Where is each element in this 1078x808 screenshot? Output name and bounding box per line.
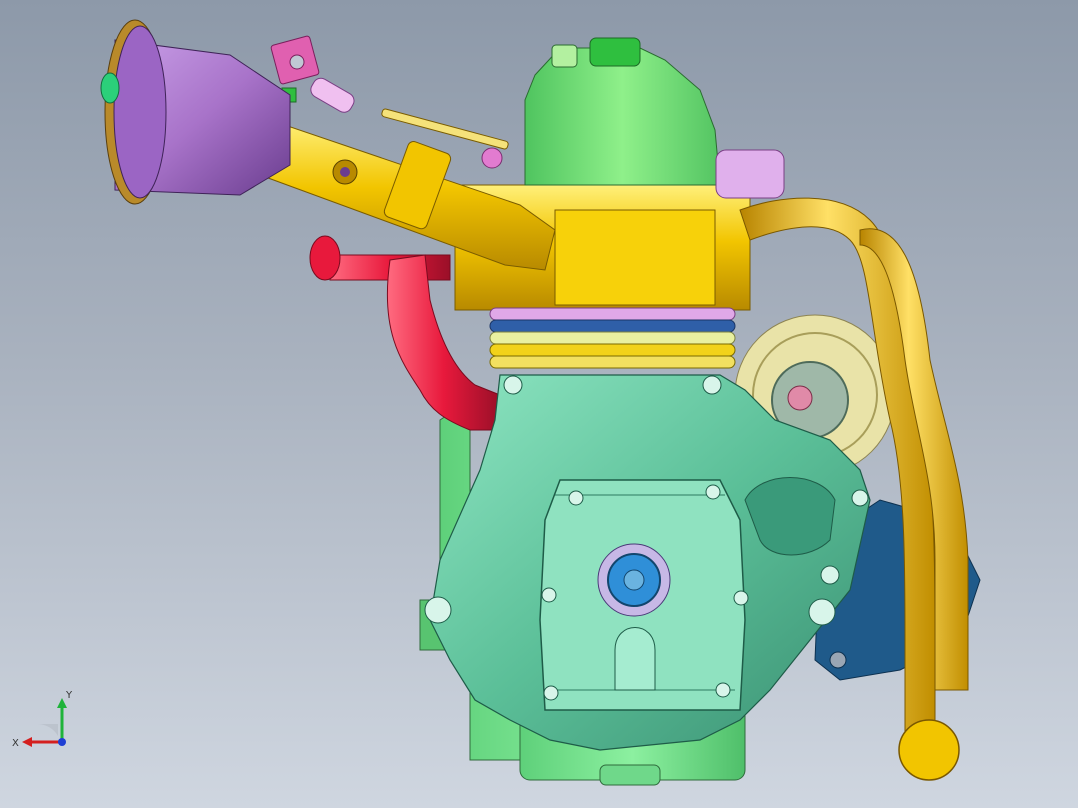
x-axis-arrow [22,737,32,747]
front-plate[interactable] [539,479,749,711]
cooling-fins [489,307,736,369]
z-axis-dot [58,738,66,746]
x-axis-label: X [12,738,19,749]
cylinder-head[interactable] [524,37,785,199]
cad-viewport[interactable]: Y X [0,0,1078,808]
y-axis-label: Y [65,690,73,701]
engine-3d-model[interactable] [0,0,1078,808]
triad-plane [38,724,58,736]
air-filter[interactable] [100,19,291,205]
axis-triad: Y X [12,690,73,749]
